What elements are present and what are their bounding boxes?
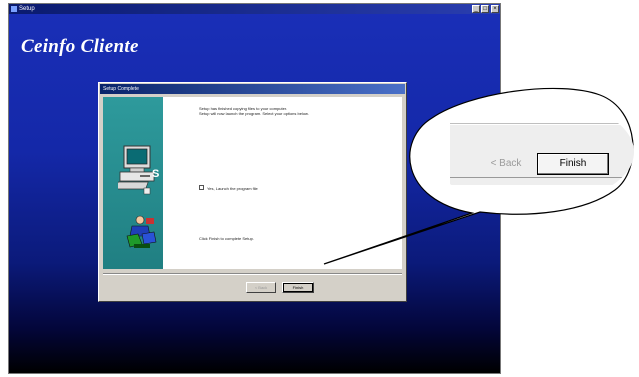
intro-text-line2: Setup will now launch the program. Selec… — [199, 111, 309, 116]
zoomed-finish-button[interactable]: Finish — [537, 153, 609, 175]
launch-program-label: Yes, Launch the program file — [207, 186, 258, 191]
computer-setup-icon: S — [118, 145, 159, 195]
close-button[interactable]: × — [491, 5, 499, 13]
zoomed-back-button[interactable]: < Back — [477, 153, 535, 175]
app-heading: Ceinfo Cliente — [21, 36, 139, 57]
svg-text:S: S — [152, 168, 159, 180]
zoom-region: < Back Finish — [430, 98, 634, 206]
outer-titlebar: Setup _ □ × — [9, 4, 500, 14]
zoom-bottom-edge — [450, 177, 634, 178]
minimize-button[interactable]: _ — [472, 5, 480, 13]
back-button[interactable]: < Back — [246, 282, 276, 293]
finish-instruction-text: Click Finish to complete Setup. — [199, 236, 254, 241]
finish-button[interactable]: Finish — [282, 282, 314, 293]
install-figure-icon — [126, 215, 157, 248]
dialog-separator — [103, 273, 402, 275]
dialog-titlebar: Setup Complete — [100, 84, 405, 94]
launch-program-checkbox[interactable] — [199, 185, 204, 190]
outer-window-title: Setup — [19, 6, 35, 12]
dialog-title: Setup Complete — [103, 86, 139, 92]
setup-app-icon — [11, 6, 17, 12]
maximize-button[interactable]: □ — [481, 5, 489, 13]
